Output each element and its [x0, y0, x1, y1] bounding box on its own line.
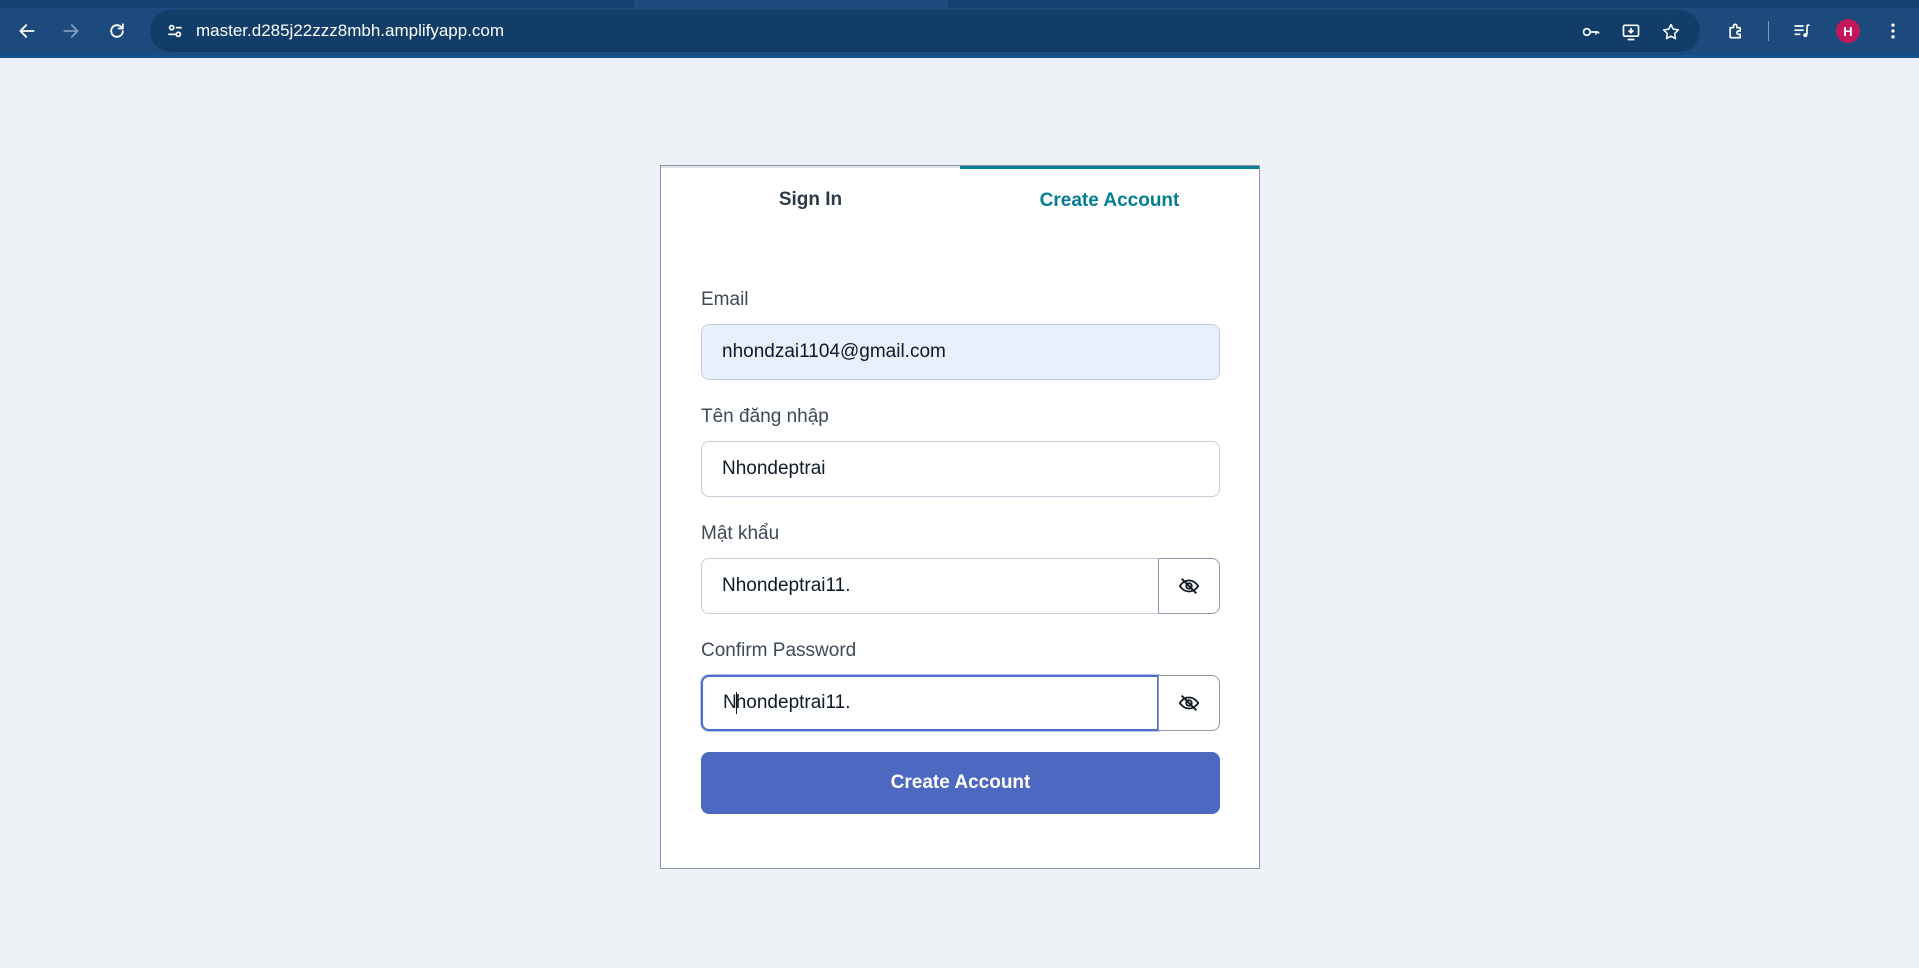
password-label: Mật khẩu [701, 523, 780, 544]
authenticator-card: Sign In Create Account Email nhondzai110… [660, 165, 1260, 869]
tab-sign-in[interactable]: Sign In [661, 166, 960, 232]
confirm-password-field[interactable]: Nhondeptrai11. [701, 675, 1159, 731]
confirm-password-label: Confirm Password [701, 640, 857, 661]
arrow-right-icon [63, 24, 79, 38]
show-password-button[interactable] [1158, 558, 1220, 614]
browser-toolbar: master.d285j22zzz8mbh.amplifyapp.com H [0, 0, 1919, 58]
puzzle-icon [1729, 23, 1741, 39]
password-manager-button[interactable] [1576, 17, 1606, 47]
tune-icon [168, 24, 182, 38]
eye-off-icon [1178, 695, 1200, 711]
address-bar[interactable]: master.d285j22zzz8mbh.amplifyapp.com [150, 10, 1700, 52]
tab-create-account[interactable]: Create Account [960, 166, 1259, 232]
confirm-password-text-before: N [723, 692, 737, 713]
extensions-button[interactable] [1719, 14, 1753, 48]
username-field[interactable]: Nhondeptrai [701, 441, 1220, 497]
eye-off-icon [1178, 578, 1200, 594]
reload-icon [110, 23, 124, 38]
forward-button[interactable] [54, 14, 88, 48]
key-icon [1582, 27, 1600, 37]
arrow-left-icon [19, 24, 35, 38]
back-button[interactable] [10, 14, 44, 48]
email-field[interactable]: nhondzai1104@gmail.com [701, 324, 1220, 380]
username-value: Nhondeptrai [722, 458, 826, 479]
site-info-button[interactable] [160, 16, 190, 46]
show-confirm-password-button[interactable] [1158, 675, 1220, 731]
queue-music-icon [1794, 24, 1810, 38]
email-value: nhondzai1104@gmail.com [722, 341, 946, 362]
install-app-button[interactable] [1616, 17, 1646, 47]
create-account-button[interactable]: Create Account [701, 752, 1220, 814]
url-text[interactable]: master.d285j22zzz8mbh.amplifyapp.com [196, 21, 504, 41]
password-value: Nhondeptrai11. [722, 575, 851, 596]
reload-button[interactable] [100, 14, 134, 48]
username-label: Tên đăng nhập [701, 406, 829, 427]
install-icon [1622, 24, 1640, 41]
confirm-password-text-after: hondeptrai11. [735, 692, 851, 713]
email-label: Email [701, 289, 749, 310]
more-vertical-icon [1891, 23, 1895, 39]
auth-tabs: Sign In Create Account [661, 166, 1259, 232]
profile-avatar[interactable]: H [1836, 19, 1860, 43]
password-field[interactable]: Nhondeptrai11. [701, 558, 1159, 614]
bookmark-button[interactable] [1656, 17, 1686, 47]
media-controls-button[interactable] [1785, 14, 1819, 48]
toolbar-divider [1768, 21, 1769, 41]
active-tab-hint[interactable] [634, 0, 948, 8]
confirm-password-value: Nhondeptrai11. [723, 691, 851, 714]
star-icon [1662, 23, 1680, 40]
tab-strip [0, 0, 1919, 8]
chrome-menu-button[interactable] [1876, 14, 1910, 48]
